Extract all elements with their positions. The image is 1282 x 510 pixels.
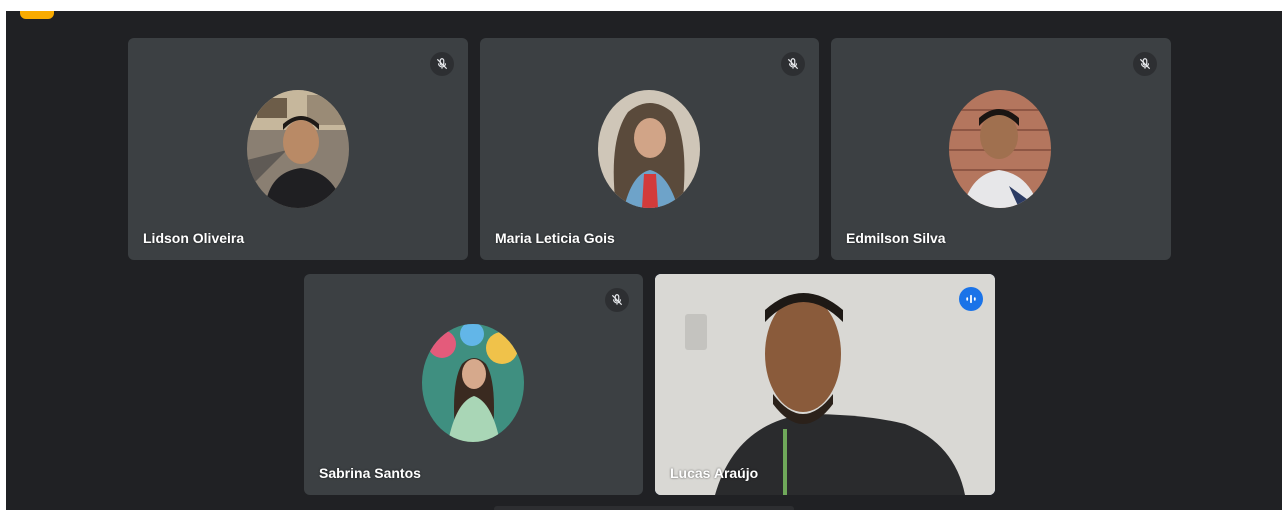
participant-name: Maria Leticia Gois — [495, 230, 615, 246]
mic-off-icon[interactable] — [781, 52, 805, 76]
participant-tile-maria[interactable]: Maria Leticia Gois — [480, 38, 819, 260]
participant-tile-lucas[interactable]: Lucas Araújo — [655, 274, 995, 495]
control-bar-edge — [494, 506, 794, 510]
avatar — [422, 324, 524, 442]
participant-tile-edmilson[interactable]: Edmilson Silva — [831, 38, 1171, 260]
avatar — [598, 90, 700, 208]
app-badge[interactable] — [20, 11, 54, 19]
mic-off-icon[interactable] — [605, 288, 629, 312]
mic-off-icon[interactable] — [430, 52, 454, 76]
video-feed — [655, 274, 995, 495]
mic-off-icon[interactable] — [1133, 52, 1157, 76]
participant-name: Lucas Araújo — [670, 465, 759, 481]
avatar — [247, 90, 349, 208]
participant-name: Lidson Oliveira — [143, 230, 245, 246]
avatar — [949, 90, 1051, 208]
audio-wave-icon — [959, 287, 983, 311]
participant-name: Sabrina Santos — [319, 465, 421, 481]
participant-name: Edmilson Silva — [846, 230, 946, 246]
meeting-stage: Lidson Oliveira Maria Leticia Gois Edmil… — [6, 11, 1282, 510]
participant-tile-lidson[interactable]: Lidson Oliveira — [128, 38, 468, 260]
participant-tile-sabrina[interactable]: Sabrina Santos — [304, 274, 643, 495]
